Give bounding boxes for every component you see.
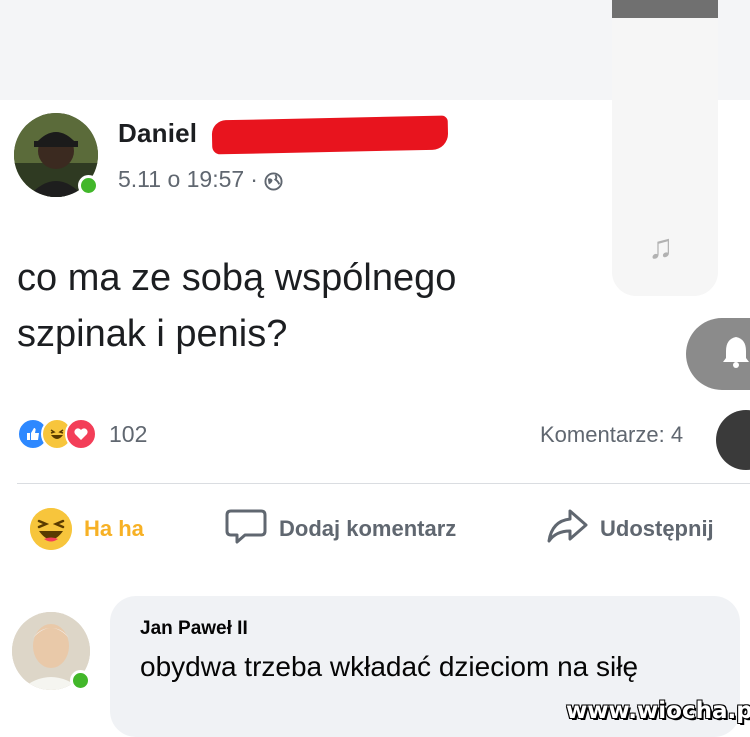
side-panel-handle[interactable] bbox=[612, 0, 718, 18]
haha-reaction-button[interactable]: Ha ha bbox=[30, 506, 144, 552]
add-comment-label: Dodaj komentarz bbox=[279, 516, 457, 541]
commenter-online-dot bbox=[70, 670, 91, 691]
name-redaction bbox=[211, 115, 449, 155]
post-text: co ma ze sobą wspólnego szpinak i penis? bbox=[17, 250, 637, 362]
post-date[interactable]: 5.11 o 19:57 bbox=[118, 166, 244, 193]
haha-label: Ha ha bbox=[84, 516, 144, 541]
watermark: www.wiocha.pl bbox=[566, 698, 750, 724]
actions-divider bbox=[17, 483, 750, 484]
reactions-count: 102 bbox=[109, 420, 148, 447]
bell-icon bbox=[722, 334, 750, 373]
comment-author[interactable]: Jan Paweł II bbox=[140, 618, 248, 640]
haha-icon bbox=[30, 508, 72, 550]
comments-count[interactable]: Komentarze: 4 bbox=[540, 422, 683, 448]
comment-icon bbox=[225, 507, 267, 551]
online-status-dot bbox=[78, 175, 99, 196]
love-icon bbox=[65, 418, 97, 450]
share-button[interactable]: Udostępnij bbox=[546, 506, 714, 552]
post-text-line-2: szpinak i penis? bbox=[17, 313, 288, 355]
reactions-summary[interactable]: 102 bbox=[17, 418, 147, 450]
author-name[interactable]: Daniel bbox=[118, 118, 197, 149]
add-comment-button[interactable]: Dodaj komentarz bbox=[225, 506, 456, 552]
share-icon bbox=[546, 507, 588, 551]
post-text-line-1: co ma ze sobą wspólnego bbox=[17, 257, 457, 299]
globe-icon bbox=[264, 170, 283, 191]
music-note-icon[interactable]: ♫ bbox=[648, 230, 674, 264]
share-label: Udostępnij bbox=[600, 516, 714, 541]
post-meta: 5.11 o 19:57 · bbox=[118, 166, 283, 193]
meta-separator: · bbox=[250, 166, 258, 192]
comment-text: obydwa trzeba wkładać dzieciom na siłę bbox=[140, 651, 639, 682]
